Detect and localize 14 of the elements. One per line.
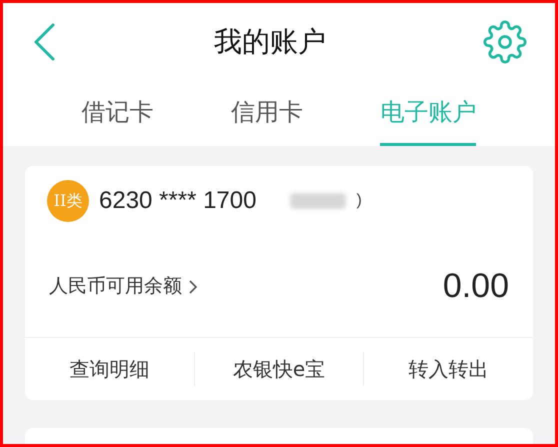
action-link[interactable]: 农银快e宝 <box>232 354 326 384</box>
chevron-right-icon <box>188 278 198 294</box>
action-link[interactable]: 查询明细 <box>69 354 150 384</box>
tab[interactable]: 信用卡 <box>230 81 303 146</box>
account-type-badge: II类 <box>47 180 89 222</box>
action-link[interactable]: 转入转出 <box>408 354 489 384</box>
page-title: 我的账户 <box>214 24 326 60</box>
masked-suffix: ) <box>356 191 362 211</box>
settings-icon[interactable] <box>483 20 527 64</box>
blurred-text <box>290 193 346 209</box>
balance-amount: 0.00 <box>442 266 509 307</box>
tab[interactable]: 借记卡 <box>82 81 154 146</box>
card-number: 6230 **** 1700 <box>99 186 256 216</box>
balance-link[interactable]: 人民币可用余额 <box>49 272 198 301</box>
